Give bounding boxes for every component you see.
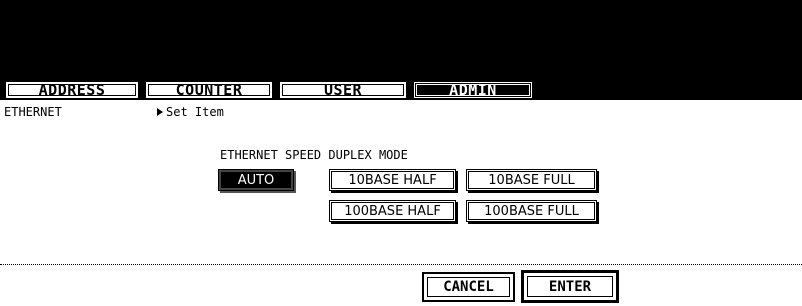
tab-bar: ADDRESS COUNTER USER ADMIN (0, 80, 802, 100)
option-100base-half[interactable]: 100BASE HALF (329, 200, 456, 222)
option-auto[interactable]: AUTO (218, 169, 294, 191)
enter-button[interactable]: ENTER (521, 270, 619, 303)
breadcrumb-subsection: Set Item (157, 105, 224, 119)
breadcrumb-section: ETHERNET (4, 105, 62, 119)
tab-user[interactable]: USER (278, 80, 408, 100)
divider (0, 264, 802, 265)
breadcrumb: ETHERNET Set Item (0, 100, 802, 122)
right-arrow-icon (157, 108, 163, 116)
tab-admin[interactable]: ADMIN (412, 80, 534, 100)
breadcrumb-subsection-label: Set Item (166, 105, 224, 119)
section-title: ETHERNET SPEED DUPLEX MODE (220, 148, 408, 162)
header-band (0, 0, 802, 80)
tab-counter[interactable]: COUNTER (144, 80, 274, 100)
option-10base-half[interactable]: 10BASE HALF (329, 169, 456, 191)
cancel-button[interactable]: CANCEL (422, 272, 515, 302)
option-100base-full[interactable]: 100BASE FULL (466, 200, 597, 222)
option-10base-full[interactable]: 10BASE FULL (466, 169, 597, 191)
tab-address[interactable]: ADDRESS (4, 80, 140, 100)
